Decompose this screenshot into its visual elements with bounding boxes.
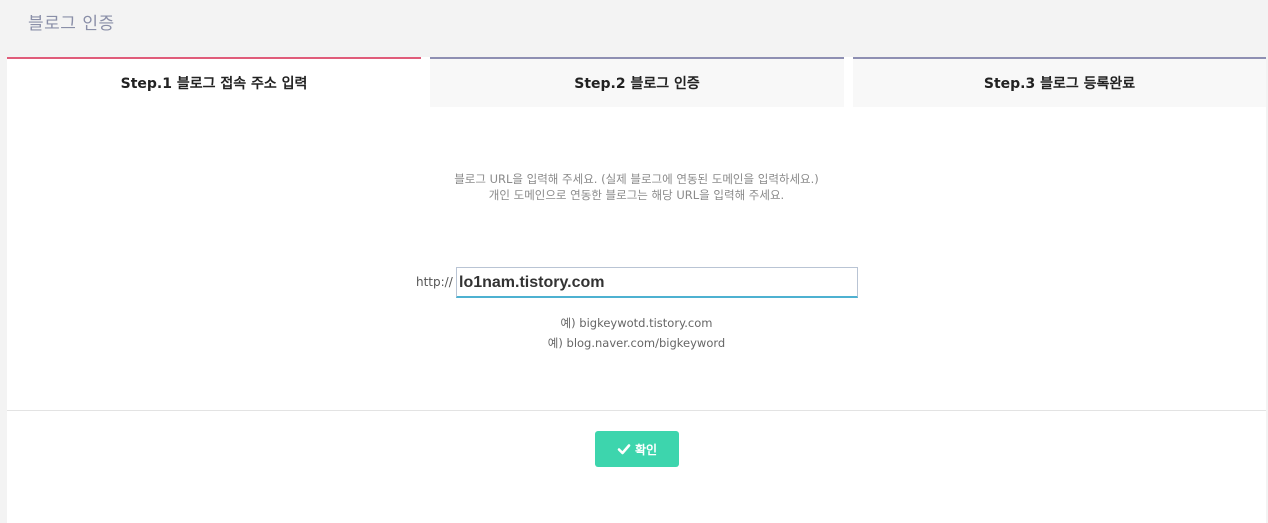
- page-header: 블로그 인증: [0, 0, 1268, 57]
- instruction-line-1: 블로그 URL을 입력해 주세요. (실제 블로그에 연동된 도메인을 입력하세…: [454, 172, 819, 186]
- confirm-button[interactable]: 확인: [595, 431, 679, 467]
- instructions: 블로그 URL을 입력해 주세요. (실제 블로그에 연동된 도메인을 입력하세…: [7, 171, 1266, 203]
- example-2: 예) blog.naver.com/bigkeyword: [547, 336, 726, 350]
- divider: [7, 410, 1266, 411]
- url-form: http://: [7, 267, 1266, 299]
- check-icon: [617, 442, 631, 456]
- url-examples: 예) bigkeywotd.tistory.com 예) blog.naver.…: [7, 313, 1266, 353]
- instruction-line-2: 개인 도메인으로 연동한 블로그는 해당 URL을 입력해 주세요.: [488, 188, 785, 202]
- url-prefix-label: http://: [416, 275, 453, 289]
- step-tabs: Step.1 블로그 접속 주소 입력 Step.2 블로그 인증 Step.3…: [7, 57, 1266, 107]
- confirm-button-label: 확인: [634, 442, 658, 457]
- example-1: 예) bigkeywotd.tistory.com: [560, 316, 713, 330]
- blog-url-input[interactable]: [456, 267, 858, 298]
- page-title: 블로그 인증: [28, 14, 115, 34]
- tab-step-3[interactable]: Step.3 블로그 등록완료: [853, 57, 1266, 107]
- tab-step-2[interactable]: Step.2 블로그 인증: [430, 57, 844, 107]
- tab-step-1[interactable]: Step.1 블로그 접속 주소 입력: [7, 57, 421, 107]
- main-panel: Step.1 블로그 접속 주소 입력 Step.2 블로그 인증 Step.3…: [7, 57, 1266, 523]
